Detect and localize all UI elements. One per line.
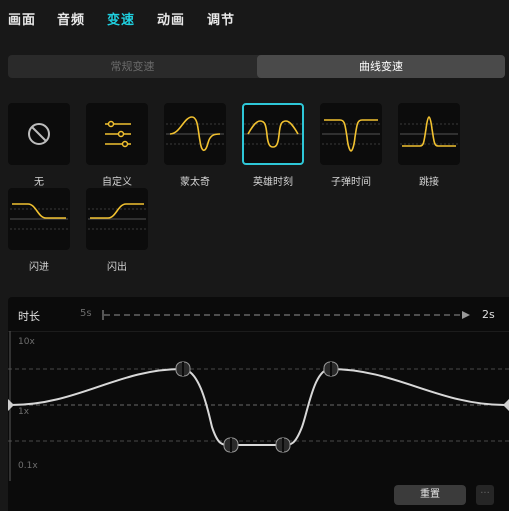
curve-editor-panel: 时长 5s 2s 10x 1x 0.1x 重置 ··· [8,297,509,511]
speed-curve-canvas[interactable] [8,331,509,481]
original-duration: 5s [80,308,92,319]
preset-label: 闪出 [107,262,127,273]
editor-tab-bar: 画面 音频 变速 动画 调节 [0,0,509,38]
montage-curve-icon [164,103,226,165]
preset-flash-in[interactable]: 闪进 [8,188,70,273]
curve-point-2-handle[interactable] [223,437,239,453]
preset-none[interactable]: 无 [8,103,70,188]
tab-audio[interactable]: 音频 [57,9,85,28]
bullet-time-curve-icon [320,103,382,165]
curve-speed-button[interactable]: 曲线变速 [257,55,505,78]
curve-point-4-handle[interactable] [323,361,339,377]
no-entry-icon [8,103,70,165]
preset-label: 跳接 [419,177,439,188]
preset-label: 无 [34,177,44,188]
preset-label: 自定义 [102,177,132,188]
duration-label: 时长 [18,310,40,323]
jump-cut-curve-icon [398,103,460,165]
result-duration: 2s [482,308,495,321]
start-anchor-handle[interactable] [8,399,14,411]
tab-adjust[interactable]: 调节 [207,9,235,28]
normal-speed-button[interactable]: 常规变速 [8,55,257,78]
end-anchor-handle[interactable] [503,399,509,411]
preset-flash-out[interactable]: 闪出 [86,188,148,273]
speed-curve-line [10,367,506,446]
curve-point-1-handle[interactable] [175,361,191,377]
preset-montage[interactable]: 蒙太奇 [164,103,226,188]
preset-jump-cut[interactable]: 跳接 [398,103,460,188]
tab-animation[interactable]: 动画 [157,9,185,28]
tab-speed[interactable]: 变速 [107,9,135,28]
preset-label: 蒙太奇 [180,177,210,188]
flash-in-curve-icon [8,188,70,250]
preset-hero-moment[interactable]: 英雄时刻 [242,103,304,188]
duration-row: 时长 5s 2s [8,297,509,332]
curve-point-3-handle[interactable] [275,437,291,453]
hero-moment-curve-icon [242,103,304,165]
tab-picture[interactable]: 画面 [8,9,36,28]
preset-label: 闪进 [29,262,49,273]
sliders-icon [86,103,148,165]
preset-label: 子弹时间 [331,177,371,188]
speed-mode-switch: 常规变速 曲线变速 [8,55,505,78]
duration-arrow-icon [102,310,470,320]
reset-button[interactable]: 重置 [394,485,466,505]
preset-bullet-time[interactable]: 子弹时间 [320,103,382,188]
preset-label: 英雄时刻 [253,177,293,188]
more-button[interactable]: ··· [476,485,494,505]
flash-out-curve-icon [86,188,148,250]
preset-custom[interactable]: 自定义 [86,103,148,188]
